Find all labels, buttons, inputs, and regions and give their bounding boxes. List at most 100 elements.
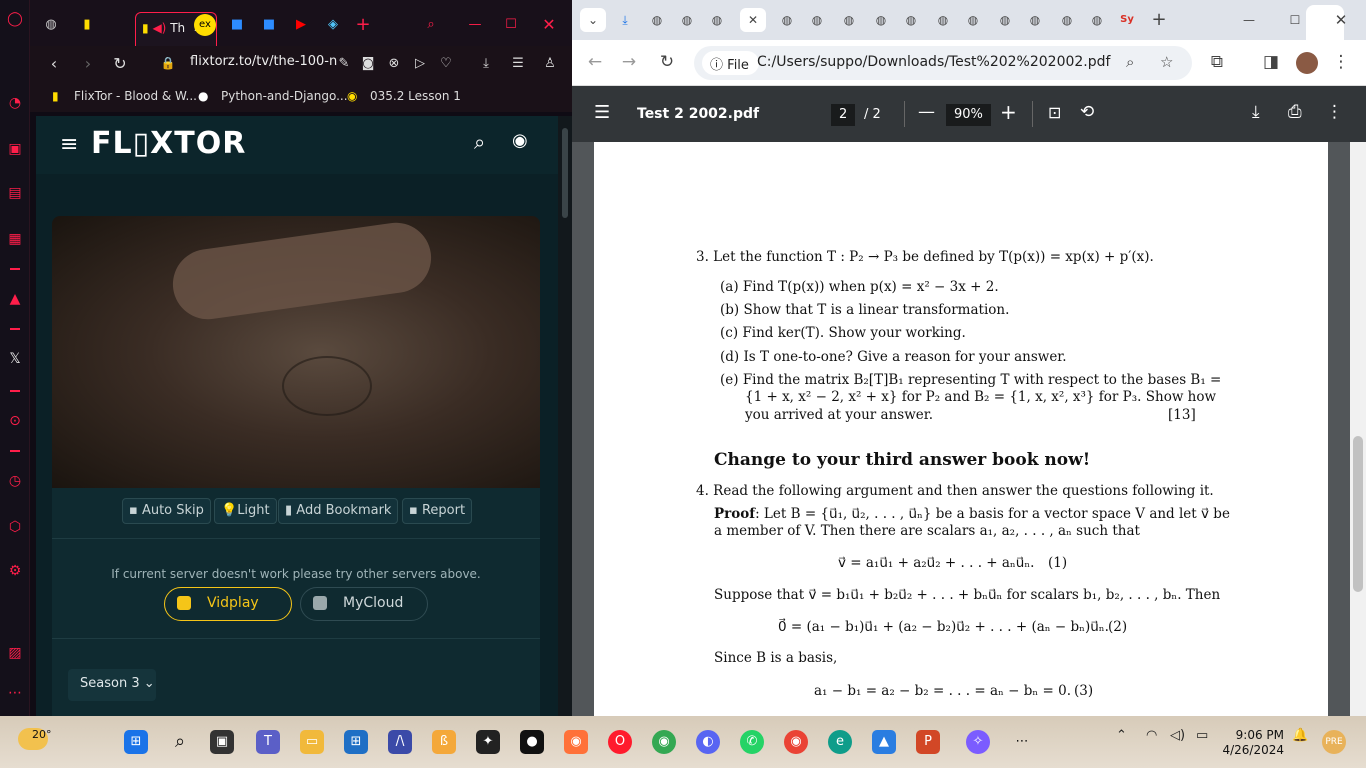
github-desktop-icon[interactable]: ● [520, 730, 544, 754]
notification-bell-icon[interactable]: 🔔 [1292, 728, 1308, 743]
figma-icon[interactable]: ✦ [476, 730, 500, 754]
auto-skip-button[interactable]: ▪ Auto Skip [122, 498, 211, 524]
menu-icon[interactable]: ☰ [594, 102, 610, 123]
tab-favicon[interactable]: ◈ [322, 14, 344, 36]
powerpoint-icon[interactable]: P [916, 730, 940, 754]
easy-setup-icon[interactable]: ☰ [508, 56, 528, 71]
minimize-button[interactable]: — [464, 14, 486, 36]
firefox-icon[interactable]: ◉ [564, 730, 588, 754]
report-button[interactable]: ▪ Report [402, 498, 473, 524]
more-options-icon[interactable]: ⋮ [1326, 102, 1343, 122]
gamepad-icon[interactable]: ◍ [40, 14, 62, 36]
close-icon[interactable]: ✕ [740, 8, 766, 32]
zoom-icon[interactable]: ⌕ [1126, 53, 1134, 71]
minimize-button[interactable]: — [1236, 8, 1262, 32]
battery-icon[interactable]: ▭ [1196, 728, 1208, 743]
new-tab-button[interactable]: + [352, 14, 374, 36]
reload-button[interactable]: ↻ [110, 54, 130, 73]
server-vidplay-button[interactable]: Vidplay [164, 587, 292, 621]
tab-favicon[interactable]: ◍ [1084, 8, 1110, 32]
edge-icon[interactable]: e [828, 730, 852, 754]
scrollbar-thumb[interactable] [1353, 436, 1363, 592]
account-icon[interactable]: ◉ [512, 130, 528, 151]
wifi-icon[interactable]: ◠ [1146, 728, 1157, 743]
x-twitter-icon[interactable]: 𝕏 [6, 350, 24, 368]
clock[interactable]: 9:06 PM 4/26/2024 [1222, 728, 1284, 758]
server-mycloud-button[interactable]: MyCloud [300, 587, 428, 621]
whatsapp-icon[interactable]: ✆ [740, 730, 764, 754]
more-icon[interactable]: ⋯ [6, 684, 24, 702]
menu-icon[interactable]: ≡ [60, 132, 78, 157]
back-button[interactable]: ← [584, 52, 606, 72]
weather-temperature[interactable]: 20° [32, 728, 52, 741]
settings-icon[interactable]: ⚙ [6, 562, 24, 580]
light-button[interactable]: 💡Light [214, 498, 277, 524]
tab-favicon[interactable]: ◍ [674, 8, 700, 32]
zoom-input[interactable]: 90% [946, 104, 991, 126]
zoom-tab-icon[interactable]: ■ [226, 14, 248, 36]
forward-button[interactable]: › [78, 54, 98, 73]
youtube-tab-icon[interactable]: ▶ [290, 14, 312, 36]
photos-icon[interactable]: ▲ [872, 730, 896, 754]
close-window-button[interactable]: ✕ [1328, 8, 1354, 32]
opera-gx-icon[interactable]: O [608, 730, 632, 754]
task-view-icon[interactable]: ▣ [210, 730, 234, 754]
bookmark-item[interactable]: 035.2 Lesson 1 [370, 89, 461, 103]
chrome-profile-icon[interactable]: ◉ [784, 730, 808, 754]
tab-favicon[interactable]: ◍ [898, 8, 924, 32]
tab-favicon[interactable]: ◍ [836, 8, 862, 32]
zoom-tab-icon[interactable]: ■ [258, 14, 280, 36]
opera-logo-icon[interactable]: ◯ [6, 10, 24, 28]
tab-favicon[interactable]: ◍ [960, 8, 986, 32]
edit-icon[interactable]: ✎ [334, 56, 354, 71]
gx-control-icon[interactable]: ▦ [6, 230, 24, 248]
heart-icon[interactable]: ♡ [436, 56, 456, 71]
file-explorer-icon[interactable]: ▭ [300, 730, 324, 754]
omnibox[interactable]: ⓘ File C:/Users/suppo/Downloads/Test%202… [694, 46, 1192, 80]
tab-favicon[interactable]: Sy [1114, 8, 1140, 32]
arc-icon[interactable]: ▲ [6, 290, 24, 308]
adblock-icon[interactable]: ⊗ [384, 56, 404, 71]
print-icon[interactable]: ⎙ [1288, 102, 1302, 122]
zoom-in-button[interactable]: + [1000, 100, 1017, 124]
new-tab-button[interactable]: + [1146, 8, 1172, 32]
bookmark-item[interactable]: Python-and-Django... [221, 89, 348, 103]
forward-button[interactable]: → [618, 52, 640, 72]
tab-favicon[interactable]: ◍ [930, 8, 956, 32]
site-info-chip[interactable]: ⓘ File [702, 51, 759, 75]
tab-favicon[interactable]: ex [194, 14, 216, 36]
pre-release-icon[interactable]: PRE [1322, 730, 1346, 754]
tab-favicon[interactable]: ◍ [644, 8, 670, 32]
start-button[interactable]: ⊞ [124, 730, 148, 754]
video-player[interactable] [52, 216, 540, 488]
add-bookmark-button[interactable]: ▮ Add Bookmark [278, 498, 399, 524]
tab-favicon[interactable]: ◍ [868, 8, 894, 32]
audio-icon[interactable]: ◀) [152, 21, 166, 35]
extensions-icon[interactable]: ⧉ [1206, 52, 1228, 72]
camera-icon[interactable]: ◙ [358, 56, 378, 71]
url-field[interactable]: C:/Users/suppo/Downloads/Test%202%202002… [757, 54, 1110, 70]
close-window-button[interactable]: ✕ [538, 14, 560, 36]
url-field[interactable]: flixtorz.to/tv/the-100-n [190, 54, 337, 69]
fit-page-icon[interactable]: ⊡ [1048, 103, 1061, 122]
page-number-input[interactable]: 2 [831, 104, 856, 126]
menu-icon[interactable]: ⋮ [1330, 52, 1352, 72]
player-icon[interactable]: ⊙ [6, 412, 24, 430]
discord-icon[interactable]: ◐ [696, 730, 720, 754]
back-button[interactable]: ‹ [44, 54, 64, 73]
teams-icon[interactable]: T [256, 730, 280, 754]
side-panel-icon[interactable]: ◨ [1260, 52, 1282, 72]
download-tab-icon[interactable]: ⤓ [612, 8, 638, 32]
site-logo[interactable]: FL▯XTOR [91, 126, 246, 161]
twitch-icon[interactable]: ▤ [6, 184, 24, 202]
avatar[interactable] [1296, 52, 1318, 74]
reload-button[interactable]: ↻ [656, 52, 678, 72]
tab-favicon[interactable]: ◍ [992, 8, 1018, 32]
shopping-icon[interactable]: ▣ [6, 140, 24, 158]
search-icon[interactable]: ⌕ [168, 730, 192, 754]
tab-favicon[interactable]: ◍ [1022, 8, 1048, 32]
rotate-icon[interactable]: ⟲ [1080, 102, 1094, 122]
bookmark-star-icon[interactable]: ☆ [1160, 53, 1173, 71]
send-icon[interactable]: ▷ [410, 56, 430, 71]
gallery-icon[interactable]: ▨ [6, 644, 24, 662]
